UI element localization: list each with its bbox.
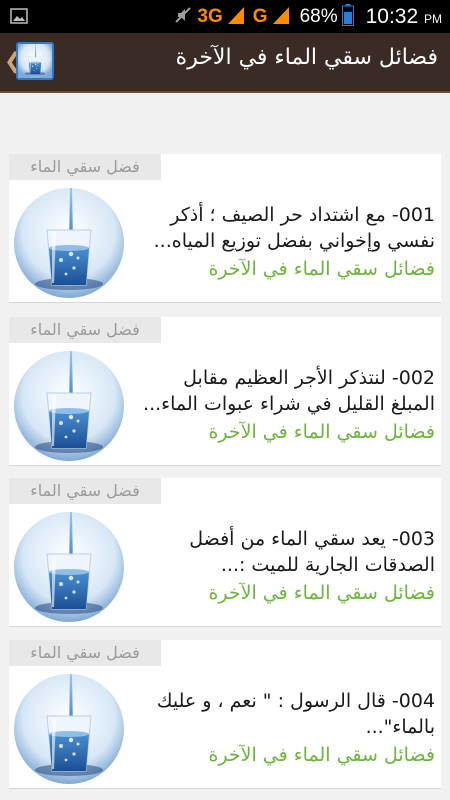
clock-time: 10:32 [365, 4, 419, 28]
item-title: 003- يعد سقي الماء من أفضل الصدقات الجار… [189, 528, 435, 576]
mute-icon [173, 5, 193, 29]
status-bar: 3G G 68% 10:32 PM [0, 0, 450, 33]
list-item[interactable]: فضل سقي الماء 004- قال الرسول : " نعم ، … [9, 640, 441, 789]
item-title: 004- قال الرسول : " نعم ، و عليك بالماء"… [156, 690, 435, 738]
signal-icon [227, 5, 245, 29]
signal-icon-2 [272, 5, 290, 29]
item-meta: فضائل سقي الماء في الآخرة [208, 582, 435, 604]
clock-ampm: PM [424, 11, 442, 26]
battery-icon [341, 3, 354, 30]
item-meta: فضائل سقي الماء في الآخرة [208, 744, 435, 766]
category-tag: فضل سقي الماء [9, 154, 161, 180]
app-bar: ❮ فضائل سقي الماء في الآخرة [0, 33, 450, 93]
item-meta: فضائل سقي الماء في الآخرة [208, 258, 435, 280]
image-icon [10, 8, 28, 28]
list-item[interactable]: فضل سقي الماء 002- لنتذكر الأجر العظيم م… [9, 317, 441, 466]
item-title: 002- لنتذكر الأجر العظيم مقابل المبلغ ال… [143, 367, 435, 415]
item-title: 001- مع اشتداد حر الصيف ؛ أذكر نفسي وإخو… [153, 204, 435, 252]
list-item[interactable]: فضل سقي الماء 003- يعد سقي الماء من أفضل… [9, 478, 441, 627]
water-glass-image [14, 188, 124, 298]
battery-percent: 68% [299, 5, 338, 27]
network-3g-label: 3G [197, 5, 223, 27]
water-glass-app-icon[interactable] [16, 42, 54, 80]
water-glass-image [14, 512, 124, 622]
category-tag: فضل سقي الماء [9, 478, 161, 504]
water-glass-image [14, 351, 124, 461]
item-meta: فضائل سقي الماء في الآخرة [208, 421, 435, 443]
network-g-label: G [252, 5, 268, 27]
category-tag: فضل سقي الماء [9, 640, 161, 666]
water-glass-image [14, 674, 124, 784]
status-icons: 3G G 68% 10:32 PM [173, 3, 442, 30]
list-item[interactable]: فضل سقي الماء 001- مع اشتداد حر الصيف ؛ … [9, 154, 441, 303]
category-tag: فضل سقي الماء [9, 317, 161, 343]
page-title: فضائل سقي الماء في الآخرة [175, 45, 438, 70]
clock: 10:32 PM [366, 5, 442, 29]
